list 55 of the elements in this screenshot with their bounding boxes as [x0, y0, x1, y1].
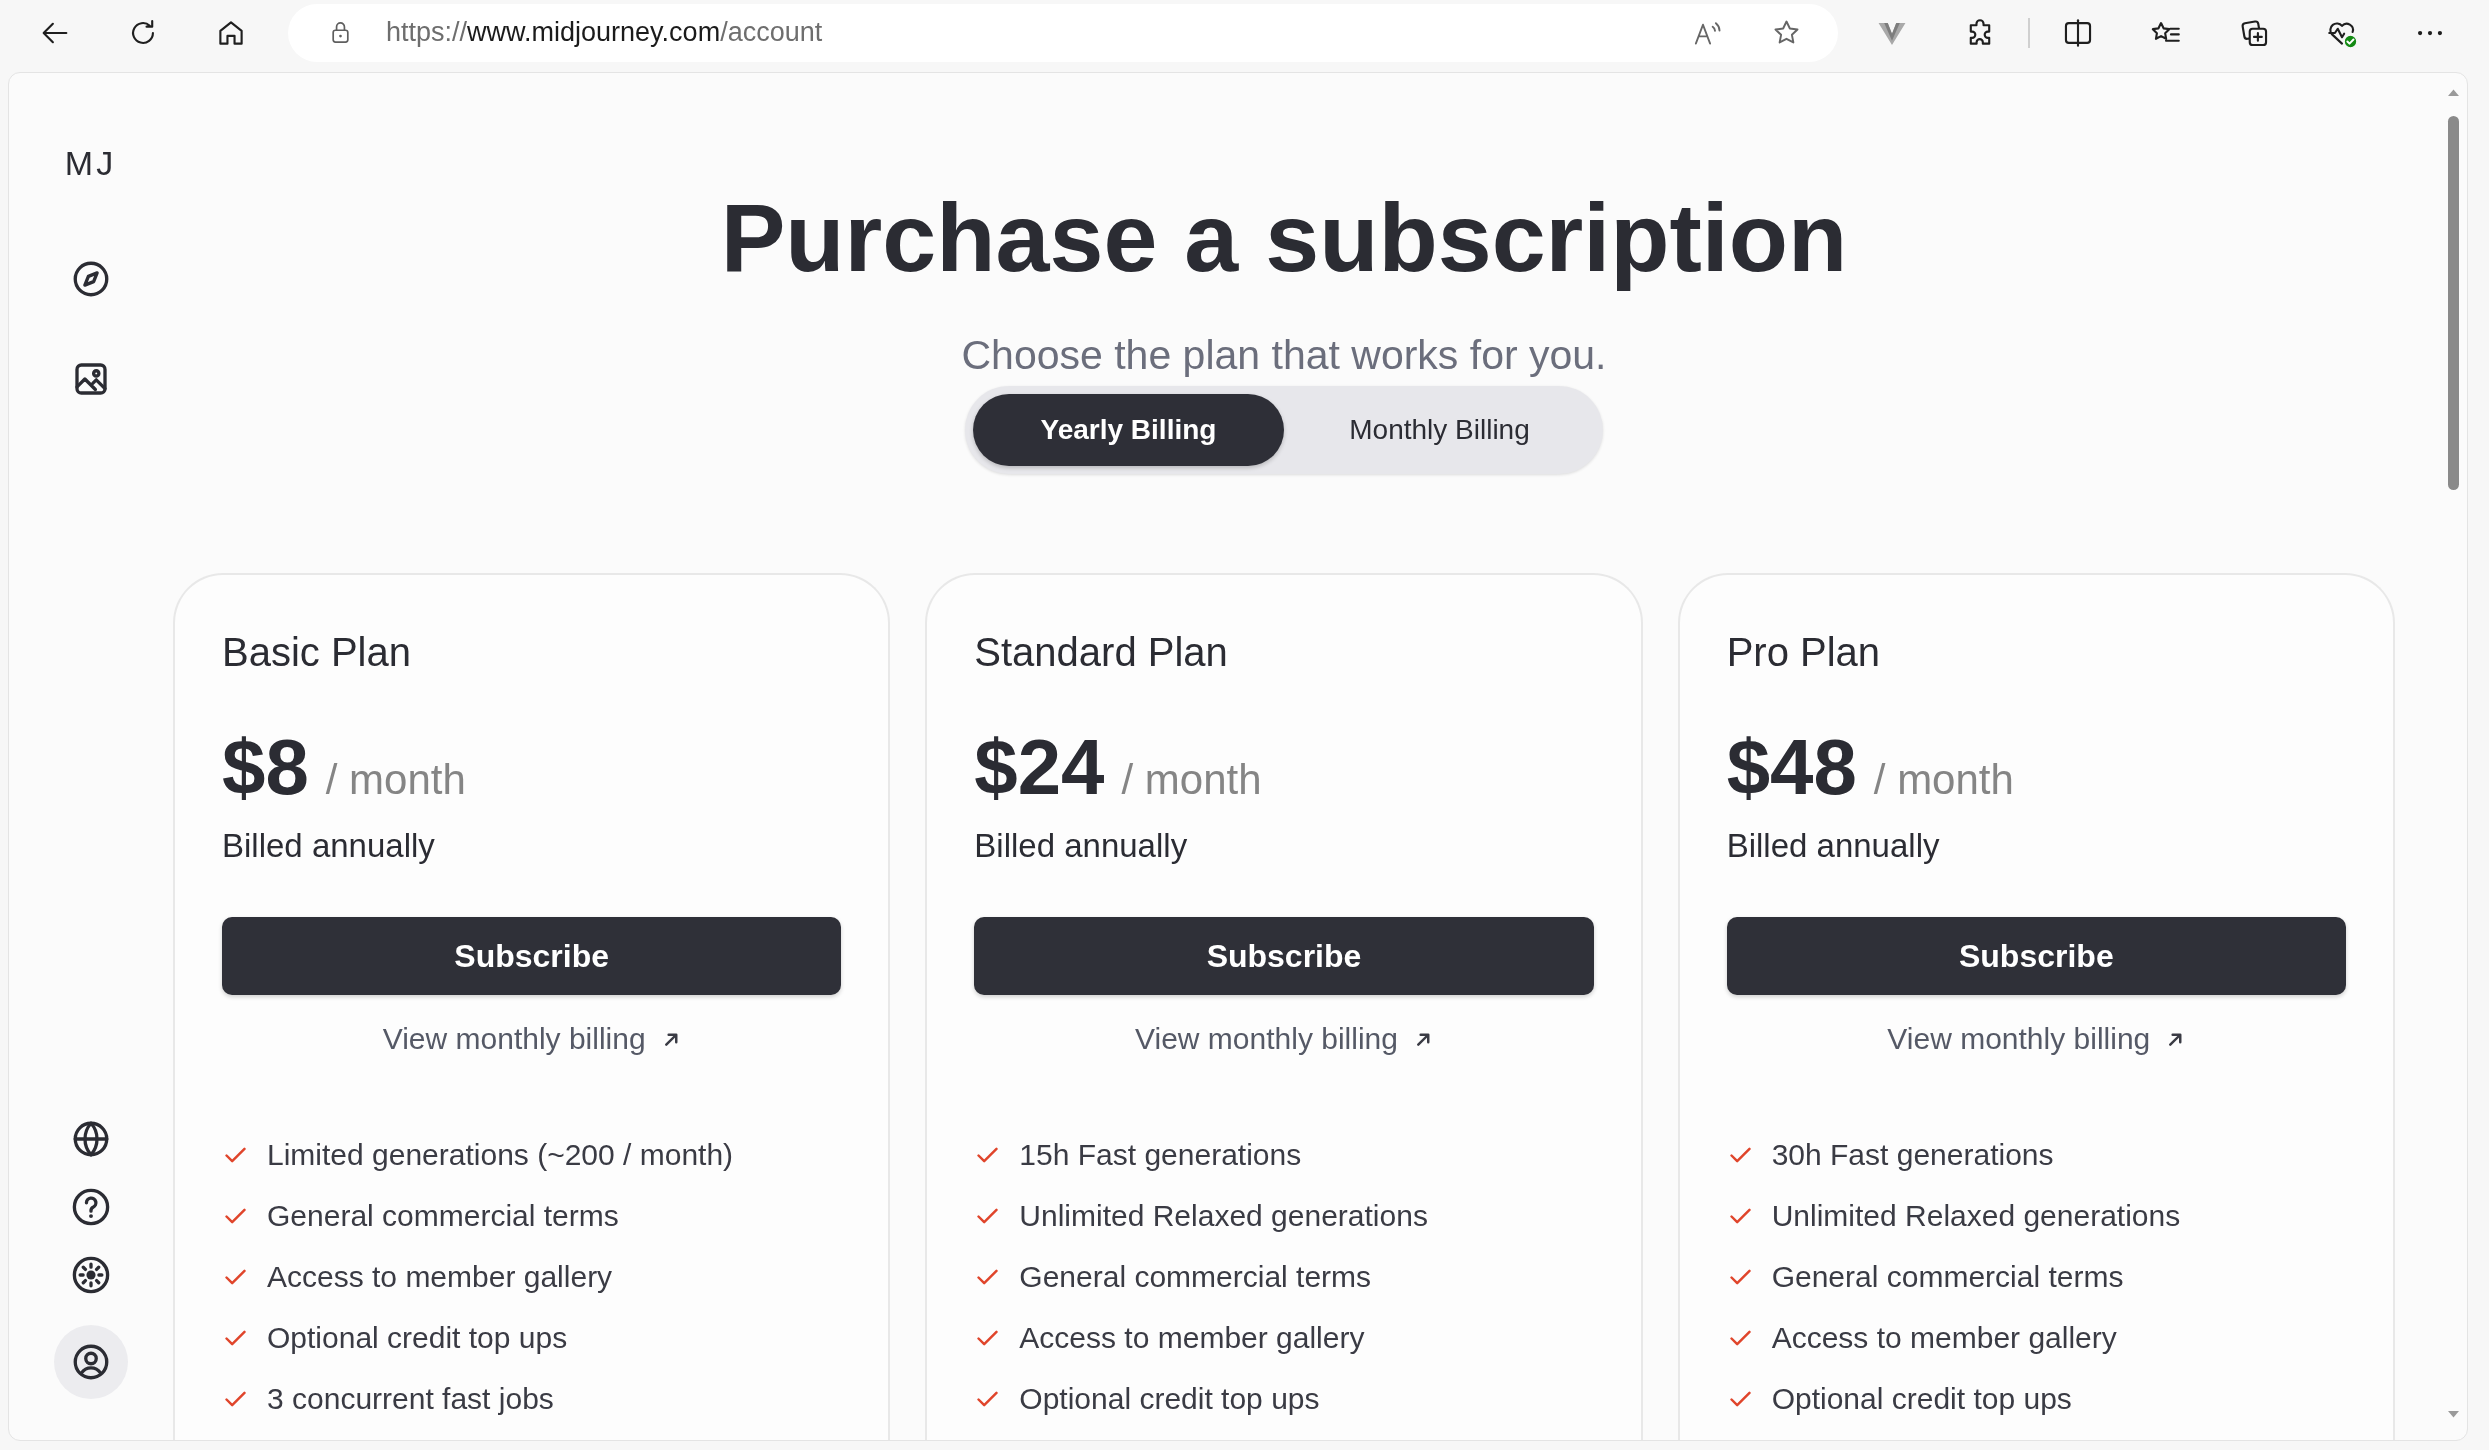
billing-note: Billed annually: [222, 826, 435, 866]
price-period: / month: [325, 755, 466, 805]
check-icon: [977, 1329, 999, 1347]
check-icon: [1729, 1268, 1751, 1286]
feature-text: Limited generations (~200 / month): [267, 1137, 734, 1173]
feature-text: Optional credit top ups: [1019, 1381, 1320, 1417]
billing-tab[interactable]: Monthly Billing: [1284, 394, 1595, 466]
check-icon: [977, 1207, 999, 1225]
billing-tab[interactable]: Yearly Billing: [973, 394, 1284, 466]
feature-text: Unlimited Relaxed generations: [1771, 1198, 2181, 1234]
check-icon: [977, 1146, 999, 1164]
view-monthly-billing-link[interactable]: View monthly billing: [1135, 1021, 1433, 1057]
check-icon: [977, 1390, 999, 1408]
check-icon: [225, 1329, 246, 1347]
plan-price: $24: [974, 722, 1105, 813]
plan-name: Basic Plan: [222, 629, 411, 676]
feature-text: Optional credit top ups: [267, 1320, 568, 1356]
billing-note: Billed annually: [974, 826, 1188, 866]
check-icon: [225, 1207, 246, 1225]
url-text: https://www.midjourney.com/account: [386, 17, 824, 48]
feature-text: 30h Fast generations: [1771, 1137, 2054, 1173]
feature-text: General commercial terms: [267, 1198, 619, 1234]
price-period: / month: [1873, 755, 2014, 805]
view-monthly-billing-link[interactable]: View monthly billing: [1887, 1021, 2186, 1057]
feature-text: Unlimited Relaxed generations: [1019, 1198, 1428, 1234]
check-icon: [225, 1390, 246, 1408]
feature-text: Access to member gallery: [1771, 1320, 2117, 1356]
check-icon: [1729, 1146, 1751, 1164]
logo[interactable]: MJ: [64, 143, 117, 183]
subscribe-button[interactable]: Subscribe: [974, 917, 1594, 995]
address-bar[interactable]: https://www.midjourney.com/account: [288, 3, 1838, 62]
feature-text: Optional credit top ups: [1771, 1381, 2072, 1417]
plan-price: $48: [1726, 722, 1857, 813]
feature-text: Access to member gallery: [1019, 1320, 1365, 1356]
check-icon: [225, 1146, 246, 1164]
check-icon: [977, 1268, 999, 1286]
plan-price: $8: [222, 722, 309, 813]
check-icon: [1729, 1207, 1751, 1225]
check-icon: [1729, 1390, 1751, 1408]
feature-text: Access to member gallery: [267, 1259, 613, 1295]
feature-text: General commercial terms: [1771, 1259, 2124, 1295]
check-icon: [1729, 1329, 1751, 1347]
feature-text: 3 concurrent fast jobs: [267, 1381, 554, 1417]
page-subtitle: Choose the plan that works for you.: [961, 331, 1607, 379]
subscribe-button[interactable]: Subscribe: [1726, 917, 2346, 995]
view-monthly-billing-link[interactable]: View monthly billing: [382, 1021, 681, 1057]
feature-text: General commercial terms: [1019, 1259, 1372, 1295]
subscribe-button[interactable]: Subscribe: [222, 917, 842, 995]
price-period: / month: [1121, 755, 1262, 805]
plan-name: Pro Plan: [1726, 629, 1881, 676]
page-title: Purchase a subscription: [720, 184, 1848, 292]
billing-note: Billed annually: [1726, 826, 1940, 866]
plan-name: Standard Plan: [974, 629, 1228, 676]
feature-text: 15h Fast generations: [1019, 1137, 1302, 1173]
check-icon: [225, 1268, 246, 1286]
